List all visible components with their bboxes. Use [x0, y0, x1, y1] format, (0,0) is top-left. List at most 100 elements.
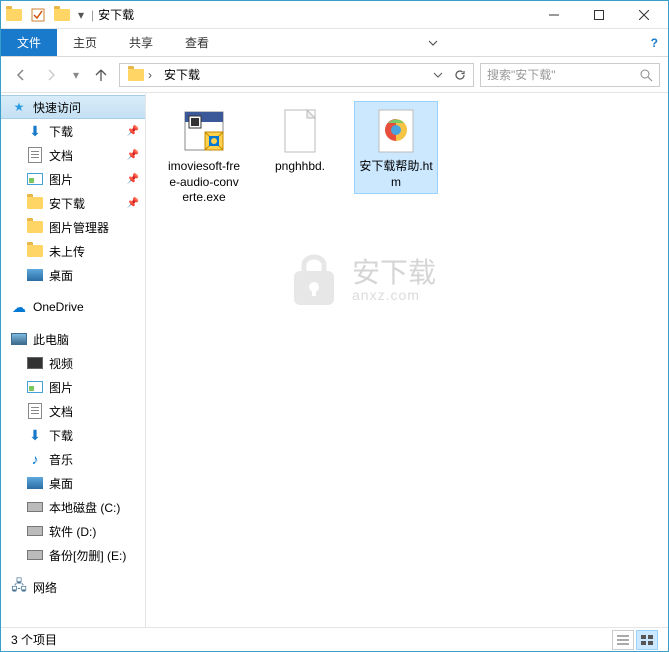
ribbon-expand-button[interactable]	[418, 29, 448, 56]
file-label: pnghhbd.	[262, 159, 338, 175]
file-item[interactable]: pnghhbd.	[258, 101, 342, 179]
refresh-icon	[454, 69, 466, 81]
sidebar-item[interactable]: 桌面	[1, 263, 145, 287]
statusbar: 3 个项目	[1, 627, 668, 651]
sidebar-item-label: 未上传	[49, 243, 85, 260]
sidebar-quick-access[interactable]: ★ 快速访问	[1, 95, 145, 119]
sidebar-item[interactable]: 未上传	[1, 239, 145, 263]
sidebar-onedrive[interactable]: ☁ OneDrive	[1, 295, 145, 319]
watermark-text: 安下载	[352, 259, 436, 287]
icons-view-icon	[641, 635, 653, 645]
file-item[interactable]: 安下载帮助.htm	[354, 101, 438, 194]
up-button[interactable]	[89, 63, 113, 87]
qat-properties-icon[interactable]	[27, 4, 49, 26]
sidebar-item-label: 桌面	[49, 475, 73, 492]
minimize-button[interactable]	[531, 1, 576, 29]
watermark-sub: anxz.com	[352, 287, 436, 303]
sidebar-this-pc[interactable]: 此电脑	[1, 327, 145, 351]
folder-icon	[128, 69, 144, 81]
view-details-button[interactable]	[612, 630, 634, 650]
refresh-button[interactable]	[449, 64, 471, 86]
sidebar-label: 此电脑	[33, 331, 69, 348]
pin-icon: 📌	[127, 150, 139, 161]
sidebar-network[interactable]: 🖧 网络	[1, 575, 145, 599]
breadcrumb-dropdown[interactable]	[427, 64, 449, 86]
sidebar-item-label: 本地磁盘 (C:)	[49, 499, 120, 516]
file-thumb-icon	[370, 105, 422, 157]
sidebar-item[interactable]: ♪ 音乐	[1, 447, 145, 471]
folder-icon	[27, 195, 43, 211]
sidebar-item[interactable]: 图片📌	[1, 167, 145, 191]
file-item[interactable]: imoviesoft-free-audio-converte.exe	[162, 101, 246, 210]
sidebar-item[interactable]: 本地磁盘 (C:)	[1, 495, 145, 519]
disk-icon	[27, 523, 43, 539]
sidebar-item-label: 文档	[49, 147, 73, 164]
forward-button[interactable]	[39, 63, 63, 87]
video-icon	[27, 355, 43, 371]
tab-file[interactable]: 文件	[1, 29, 57, 56]
file-label: 安下载帮助.htm	[358, 159, 434, 190]
file-label: imoviesoft-free-audio-converte.exe	[166, 159, 242, 206]
view-icons-button[interactable]	[636, 630, 658, 650]
network-icon: 🖧	[11, 579, 27, 595]
sidebar-item-label: 图片管理器	[49, 219, 109, 236]
title-separator: |	[91, 8, 94, 22]
search-input[interactable]: 搜索"安下载"	[480, 63, 660, 87]
search-icon	[639, 68, 653, 82]
chevron-down-icon	[433, 70, 443, 80]
breadcrumb-root[interactable]: ›	[122, 68, 158, 82]
sidebar-item[interactable]: 软件 (D:)	[1, 519, 145, 543]
qat-dropdown-icon[interactable]: ▾	[75, 4, 87, 26]
sidebar: ★ 快速访问 ⬇下载📌文档📌图片📌安下载📌图片管理器未上传桌面 ☁ OneDri…	[1, 93, 146, 627]
sidebar-item[interactable]: ⬇下载	[1, 423, 145, 447]
titlebar: ▾ | 安下载	[1, 1, 668, 29]
sidebar-item-label: 音乐	[49, 451, 73, 468]
sidebar-item-label: 文档	[49, 403, 73, 420]
close-button[interactable]	[621, 1, 666, 29]
quick-access-toolbar: ▾	[3, 4, 87, 26]
breadcrumb-folder[interactable]: 安下载	[158, 66, 206, 83]
desktop-icon	[27, 475, 43, 491]
pin-icon: 📌	[127, 174, 139, 185]
sidebar-item-label: 图片	[49, 379, 73, 396]
ribbon-help-button[interactable]: ?	[641, 29, 668, 56]
download-icon: ⬇	[27, 123, 43, 139]
sidebar-item[interactable]: 文档 📌	[1, 143, 145, 167]
pin-icon: 📌	[127, 126, 139, 137]
sidebar-label: OneDrive	[33, 300, 84, 314]
download-icon: ⬇	[27, 427, 43, 443]
maximize-icon	[594, 10, 604, 20]
back-button[interactable]	[9, 63, 33, 87]
sidebar-item[interactable]: 安下载📌	[1, 191, 145, 215]
tab-view[interactable]: 查看	[169, 29, 225, 56]
sidebar-label: 网络	[33, 579, 57, 596]
disk-icon	[27, 499, 43, 515]
qat-folder-icon[interactable]	[51, 4, 73, 26]
watermark: 安下载 anxz.com	[286, 253, 436, 309]
sidebar-item[interactable]: 桌面	[1, 471, 145, 495]
details-icon	[617, 635, 629, 645]
star-icon: ★	[11, 99, 27, 115]
file-thumb-icon	[274, 105, 326, 157]
sidebar-item[interactable]: 文档	[1, 399, 145, 423]
ribbon-tabs: 文件 主页 共享 查看 ?	[1, 29, 668, 57]
maximize-button[interactable]	[576, 1, 621, 29]
sidebar-item[interactable]: 图片管理器	[1, 215, 145, 239]
breadcrumb[interactable]: › 安下载	[119, 63, 474, 87]
pin-icon: 📌	[127, 198, 139, 209]
recent-dropdown[interactable]: ▾	[69, 63, 83, 87]
file-pane[interactable]: imoviesoft-free-audio-converte.exe pnghhb…	[146, 93, 668, 627]
content-area: ★ 快速访问 ⬇下载📌文档📌图片📌安下载📌图片管理器未上传桌面 ☁ OneDri…	[1, 93, 668, 627]
document-icon	[27, 403, 43, 419]
arrow-left-icon	[13, 67, 29, 83]
music-icon: ♪	[27, 451, 43, 467]
sidebar-item[interactable]: 备份[勿删] (E:)	[1, 543, 145, 567]
navbar: ▾ › 安下载 搜索"安下载"	[1, 57, 668, 93]
tab-share[interactable]: 共享	[113, 29, 169, 56]
sidebar-item[interactable]: 视频	[1, 351, 145, 375]
tab-home[interactable]: 主页	[57, 29, 113, 56]
sidebar-item[interactable]: ⬇下载📌	[1, 119, 145, 143]
chevron-down-icon	[428, 38, 438, 48]
sidebar-item[interactable]: 图片	[1, 375, 145, 399]
picture-icon	[27, 379, 43, 395]
